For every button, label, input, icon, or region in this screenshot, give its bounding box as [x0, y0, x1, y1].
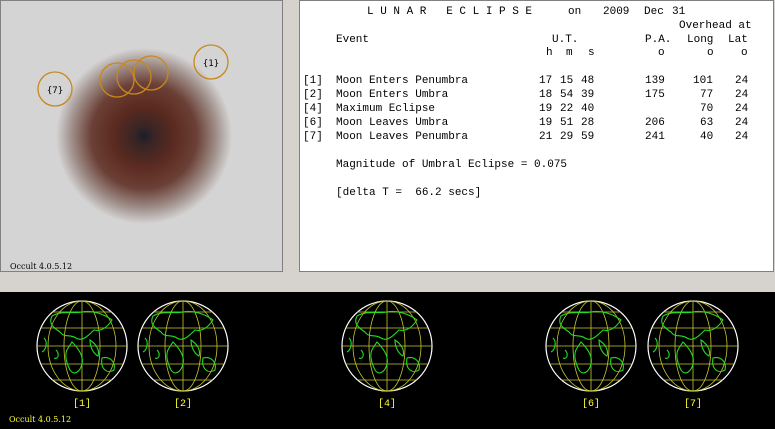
event-pa: 206: [645, 117, 665, 129]
earth-shadow: [56, 48, 232, 224]
event-long: 101: [693, 75, 713, 87]
event-seconds: 48: [581, 75, 595, 87]
globe-label-2: [2]: [174, 399, 193, 410]
event-pa: 175: [645, 89, 665, 101]
event-long: 77: [700, 89, 714, 101]
globe-contact-7: [647, 300, 739, 392]
event-minutes: 29: [560, 131, 574, 143]
event-num: [7]: [303, 131, 323, 143]
event-num: [1]: [303, 75, 323, 87]
event-long: 70: [700, 103, 714, 115]
long-degree: o: [707, 47, 714, 59]
seconds-unit: s: [588, 47, 595, 59]
event-seconds: 40: [581, 103, 595, 115]
contact-label-7: {7}: [47, 86, 63, 96]
event-lat: 24: [735, 75, 749, 87]
long-header: Long: [687, 34, 714, 46]
delta-t: [delta T = 66.2 secs]: [336, 187, 482, 199]
globe-label-1: [1]: [73, 399, 92, 410]
event-seconds: 59: [581, 131, 595, 143]
eclipse-report: L U N A R E C L I P S E on 2009 Dec 31 O…: [299, 0, 774, 272]
globe-contact-2: [137, 300, 229, 392]
event-hours: 19: [539, 103, 553, 115]
event-minutes: 54: [560, 89, 574, 101]
event-num: [2]: [303, 89, 323, 101]
software-credit: Occult 4.0.5.12: [10, 262, 73, 271]
event-num: [4]: [303, 103, 323, 115]
umbral-magnitude: Magnitude of Umbral Eclipse = 0.075: [336, 159, 568, 171]
event-lat: 24: [735, 117, 749, 129]
lat-header: Lat: [728, 34, 748, 46]
lat-degree: o: [741, 47, 748, 59]
event-header: Event: [336, 34, 370, 46]
event-pa: 139: [645, 75, 665, 87]
event-minutes: 15: [560, 75, 574, 87]
event-lat: 24: [735, 89, 749, 101]
date-year: 2009: [603, 6, 630, 18]
event-minutes: 51: [560, 117, 574, 129]
event-seconds: 28: [581, 117, 595, 129]
hours-unit: h: [546, 47, 553, 59]
event-lat: 24: [735, 103, 749, 115]
globe-label-6: [6]: [582, 399, 601, 410]
globe-contact-4: [341, 300, 433, 392]
event-pa: 241: [645, 131, 665, 143]
event-hours: 18: [539, 89, 553, 101]
event-name: Maximum Eclipse: [336, 103, 436, 115]
contact-label-1: {1}: [203, 59, 219, 69]
event-name: Moon Enters Umbra: [336, 89, 449, 101]
event-name: Moon Leaves Umbra: [336, 117, 449, 129]
report-title: L U N A R E C L I P S E: [367, 6, 533, 18]
event-long: 63: [700, 117, 714, 129]
eclipse-diagram-panel: {1} {7} Occult 4.0.5.12: [0, 0, 283, 272]
ut-header: U.T.: [552, 34, 579, 46]
pa-header: P.A.: [645, 34, 672, 46]
event-name: Moon Leaves Penumbra: [336, 131, 469, 143]
event-seconds: 39: [581, 89, 595, 101]
event-long: 40: [700, 131, 714, 143]
minutes-unit: m: [566, 47, 573, 59]
globe-label-4: [4]: [378, 399, 397, 410]
event-lat: 24: [735, 131, 749, 143]
software-credit-bottom: Occult 4.0.5.12: [9, 415, 72, 424]
event-hours: 21: [539, 131, 553, 143]
pa-degree: o: [658, 47, 665, 59]
date-day: 31: [672, 6, 686, 18]
overhead-header: Overhead at: [679, 20, 752, 32]
top-area: {1} {7} Occult 4.0.5.12 L U N A R E C L …: [0, 0, 775, 288]
event-name: Moon Enters Penumbra: [336, 75, 469, 87]
event-hours: 17: [539, 75, 553, 87]
event-num: [6]: [303, 117, 323, 129]
eclipse-diagram: {1} {7}: [37, 44, 232, 224]
event-minutes: 22: [560, 103, 574, 115]
globe-contact-1: [36, 300, 128, 392]
globes-panel: [1] [2] [4] [6] [7] Occult 4.0.5.12: [0, 292, 775, 429]
event-hours: 19: [539, 117, 553, 129]
globe-contact-6: [545, 300, 637, 392]
on-label: on: [568, 6, 582, 18]
globe-label-7: [7]: [684, 399, 703, 410]
date-month: Dec: [644, 6, 664, 18]
